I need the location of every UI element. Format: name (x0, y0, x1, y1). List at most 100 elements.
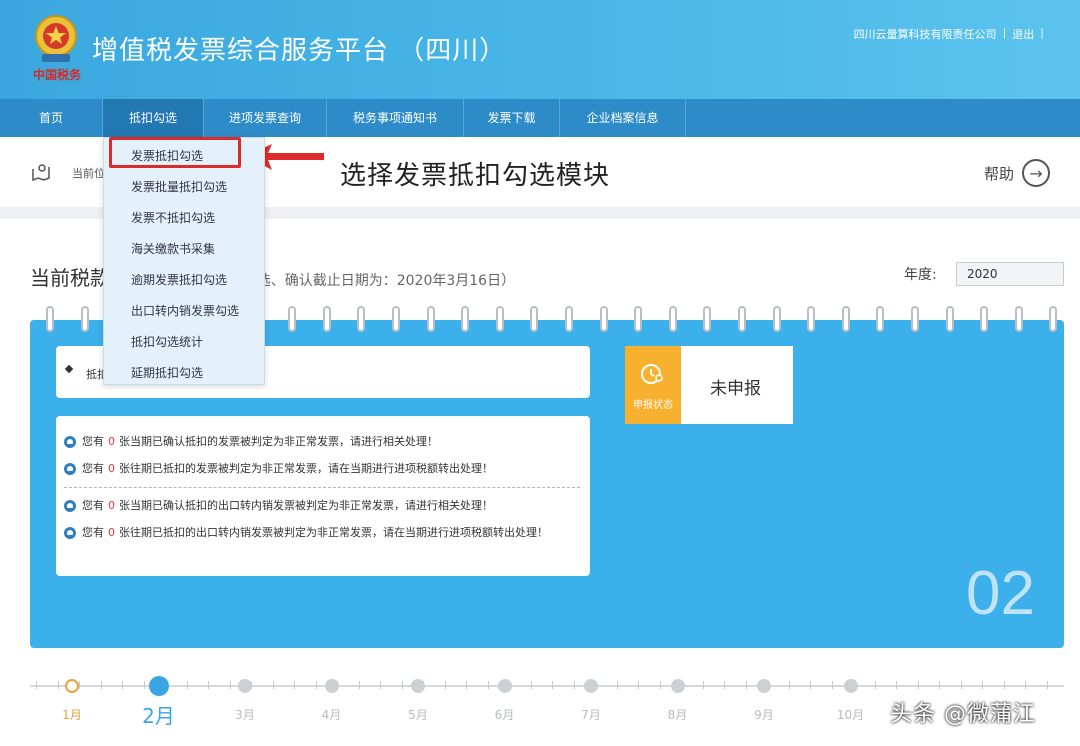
timeline-month-label[interactable]: 7月 (581, 706, 601, 723)
location-label: 当前位 (72, 167, 105, 180)
msg-prefix: 您有 (82, 499, 104, 512)
timeline-tick (444, 681, 446, 689)
nav-item-download[interactable]: 发票下载 (464, 99, 560, 137)
dropdown-item-statistics[interactable]: 抵扣勾选统计 (131, 333, 203, 350)
message-item: 您有 0 张当期已确认抵扣的出口转内销发票被判定为非正常发票，请进行相关处理！ (64, 498, 580, 514)
message-item: 您有 0 张往期已抵扣的发票被判定为非正常发票，请在当期进行进项税额转出处理！ (64, 461, 580, 477)
help-button[interactable]: 帮助 → (984, 159, 1050, 187)
timeline-dot[interactable] (584, 679, 598, 693)
timeline-month-label[interactable]: 4月 (322, 706, 342, 723)
timeline-dot[interactable] (65, 679, 79, 693)
binder-ring (288, 306, 297, 332)
binder-ring (426, 306, 435, 332)
timeline-tick (896, 681, 897, 689)
location-icon (32, 164, 50, 182)
timeline-month-label[interactable]: 2月 (142, 700, 175, 729)
timeline-month-label[interactable]: 6月 (495, 706, 515, 723)
main-nav: 首页 抵扣勾选 进项发票查询 税务事项通知书 发票下载 企业档案信息 (0, 99, 1080, 137)
timeline-dot[interactable] (238, 679, 252, 693)
timeline-month-label[interactable]: 3月 (235, 706, 255, 723)
binder-ring (668, 306, 677, 332)
timeline-tick (466, 681, 467, 689)
timeline-tick (702, 681, 704, 689)
year-label: 年度: (904, 267, 937, 283)
timeline-dot[interactable] (497, 679, 512, 693)
timeline-tick (380, 681, 381, 689)
timeline-tick (745, 681, 747, 689)
nav-item-deduction[interactable]: 抵扣勾选 (103, 99, 204, 137)
current-month-number: 02 (966, 559, 1035, 628)
nav-item-company-info[interactable]: 企业档案信息 (560, 99, 686, 137)
timeline-tick (552, 681, 553, 689)
message-item: 您有 0 张往期已抵扣的出口转内销发票被判定为非正常发票，请在当期进行进项税额转出处… (64, 525, 580, 541)
timeline-dot[interactable] (148, 676, 169, 696)
binder-ring (392, 306, 400, 332)
timeline-tick (831, 681, 833, 689)
binder-ring (80, 306, 89, 332)
timeline-dot[interactable] (843, 679, 858, 693)
binder-ring (1049, 306, 1058, 332)
highlight-box (109, 137, 241, 168)
help-label: 帮助 (983, 164, 1014, 183)
timeline-tick (272, 681, 274, 689)
timeline-tick (208, 681, 209, 689)
separator: | (1002, 26, 1007, 39)
period-label: 当前税款 (30, 266, 110, 290)
timeline-tick (638, 681, 639, 689)
timeline-tick (487, 681, 489, 689)
timeline-month-label[interactable]: 1月 (62, 706, 82, 723)
binder-ring (807, 306, 816, 332)
timeline-month-label[interactable]: 9月 (754, 706, 774, 723)
timeline-tick (122, 681, 123, 689)
timeline-dot[interactable] (411, 679, 425, 693)
binder-ring (945, 306, 954, 332)
msg-prefix: 您有 (82, 462, 104, 475)
timeline-tick (36, 681, 37, 689)
binder-ring (461, 306, 470, 332)
message-item: 您有 0 张当期已确认抵扣的发票被判定为非正常发票，请进行相关处理！ (64, 434, 580, 450)
dropdown-item-non-deduction[interactable]: 发票不抵扣勾选 (131, 209, 215, 226)
binder-ring (980, 306, 989, 332)
binder-ring (911, 306, 919, 332)
timeline-dot[interactable] (757, 679, 771, 693)
binder-ring (634, 306, 643, 332)
dropdown-item-customs-collection[interactable]: 海关缴款书采集 (131, 240, 215, 257)
month-timeline (30, 685, 1064, 687)
binder-ring (876, 306, 885, 332)
logout-link[interactable]: 退出 (1012, 26, 1034, 42)
timeline-tick (1025, 681, 1026, 689)
timeline-month-label[interactable]: 8月 (668, 706, 688, 723)
timeline-tick (401, 681, 403, 689)
bell-icon (64, 527, 76, 539)
message-divider (64, 487, 580, 488)
timeline-tick (788, 681, 790, 689)
dropdown-item-export-domestic[interactable]: 出口转内销发票勾选 (131, 302, 239, 319)
dropdown-item-deferred-deduction[interactable]: 延期抵扣勾选 (131, 364, 203, 381)
dropdown-item-overdue-deduction[interactable]: 逾期发票抵扣勾选 (131, 271, 227, 288)
bell-icon (64, 463, 76, 475)
timeline-dot[interactable] (670, 679, 685, 693)
timeline-month-label[interactable]: 5月 (408, 706, 428, 723)
timeline-tick (917, 681, 919, 689)
timeline-tick (874, 681, 876, 689)
nav-item-home[interactable]: 首页 (0, 99, 103, 137)
tax-emblem-icon (35, 15, 77, 62)
timeline-tick (315, 681, 317, 689)
year-select[interactable]: 2020 (956, 262, 1064, 286)
timeline-dot[interactable] (324, 679, 339, 693)
status-label: 申报状态 (633, 400, 673, 411)
binder-ring (1014, 306, 1023, 332)
nav-item-tax-notice[interactable]: 税务事项通知书 (327, 99, 464, 137)
timeline-tick (530, 681, 532, 689)
timeline-tick (1046, 681, 1048, 689)
dropdown-item-batch-deduction[interactable]: 发票批量抵扣勾选 (131, 178, 227, 195)
timeline-tick (229, 681, 231, 689)
header: 中国税务 增值税发票综合服务平台 （四川） 四川云量算科技有限责任公司 | 退出… (0, 0, 1080, 99)
timeline-tick (79, 681, 80, 689)
binder-ring (46, 306, 54, 332)
nav-item-invoice-query[interactable]: 进项发票查询 (204, 99, 327, 137)
watermark: 头条 @微蒲江 (890, 702, 1036, 727)
timeline-tick (294, 681, 295, 689)
msg-count: 0 (108, 526, 115, 539)
timeline-month-label[interactable]: 10月 (837, 706, 864, 723)
